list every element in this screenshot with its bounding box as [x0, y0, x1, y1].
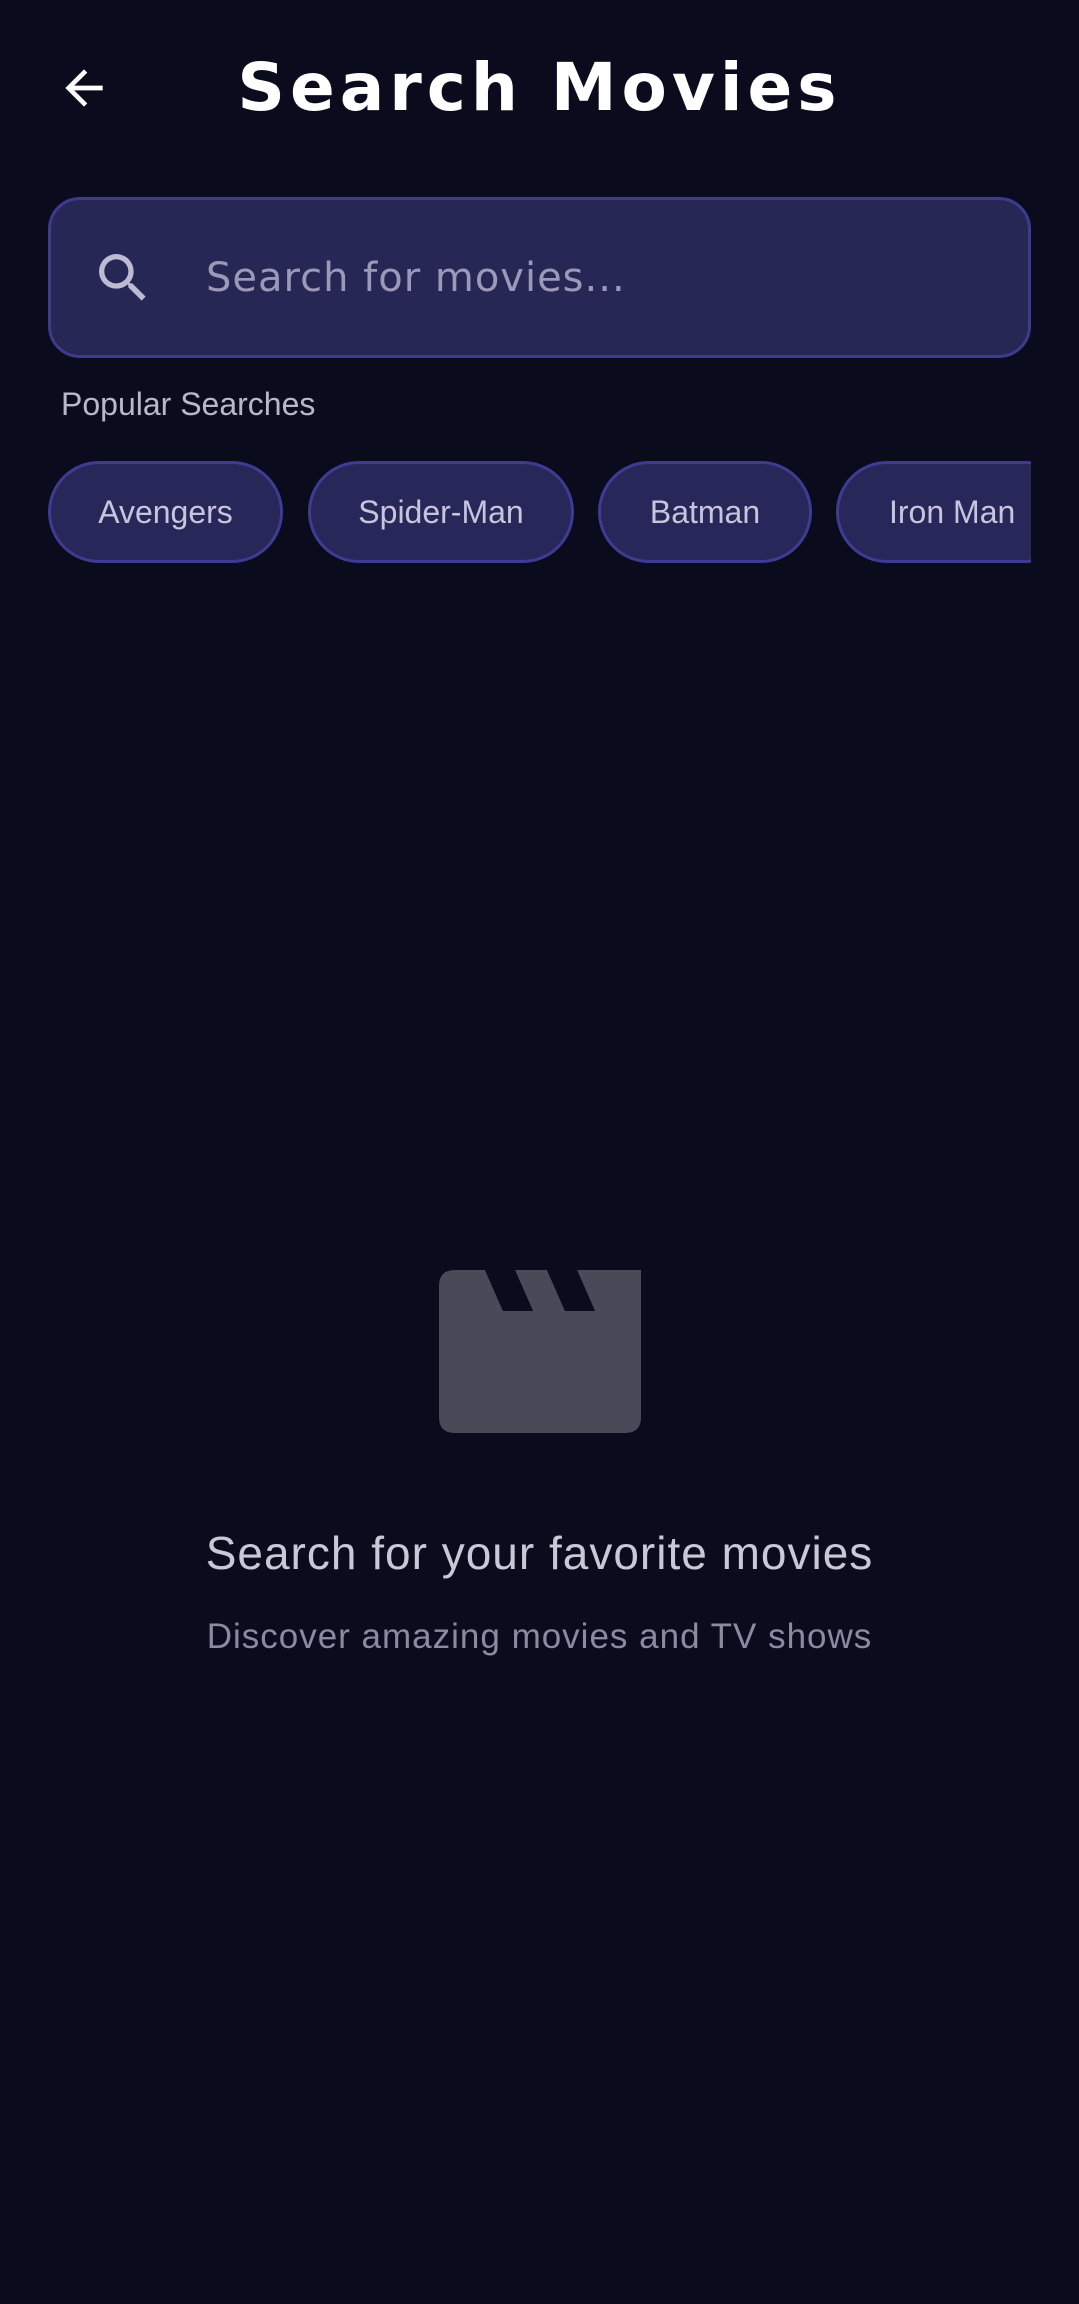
chip-iron-man[interactable]: Iron Man [836, 461, 1031, 563]
search-input[interactable] [206, 200, 1006, 355]
empty-state-title: Search for your favorite movies [205, 1527, 874, 1579]
chip-spider-man[interactable]: Spider-Man [308, 461, 574, 563]
clapperboard-icon [439, 1270, 641, 1433]
search-bar[interactable] [48, 197, 1031, 358]
popular-searches-chips: Avengers Spider-Man Batman Iron Man [48, 461, 1031, 563]
chip-avengers[interactable]: Avengers [48, 461, 283, 563]
app-header: Search Movies [0, 0, 1079, 180]
chip-batman[interactable]: Batman [598, 461, 812, 563]
page-title: Search Movies [237, 49, 842, 126]
search-screen: Search Movies Popular Searches Avengers … [0, 0, 1079, 2304]
search-icon [99, 253, 146, 301]
popular-searches-label: Popular Searches [61, 386, 316, 422]
empty-state-subtitle: Discover amazing movies and TV shows [206, 1617, 873, 1656]
